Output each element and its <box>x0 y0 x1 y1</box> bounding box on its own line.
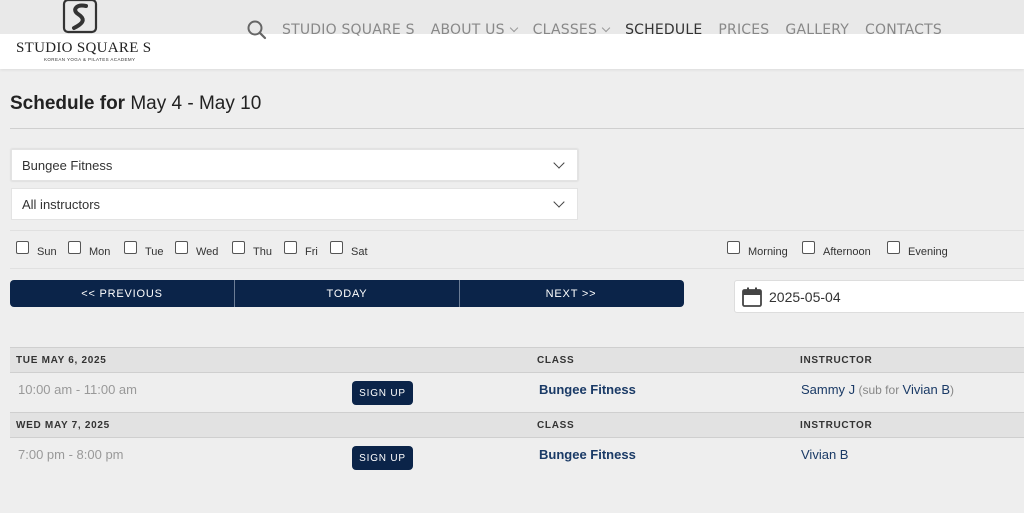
date-picker-input[interactable]: 2025-05-04 <box>734 280 1024 313</box>
logo-text: STUDIO SQUARE S <box>16 40 152 56</box>
checkbox[interactable] <box>232 240 245 254</box>
previous-week-button[interactable]: << PREVIOUS <box>10 280 235 307</box>
time-filter-afternoon[interactable]: Afternoon <box>802 240 871 258</box>
sub-instructor-link[interactable]: Vivian B <box>903 382 950 397</box>
date-range: May 4 - May 10 <box>130 93 262 114</box>
schedule-row: 10:00 am - 11:00 am SIGN UP Bungee Fitne… <box>10 373 1024 411</box>
checkbox[interactable] <box>124 240 137 254</box>
divider <box>10 128 1024 129</box>
nav-prices[interactable]: PRICES <box>718 22 769 38</box>
day-header: TUE MAY 6, 2025 CLASS INSTRUCTOR <box>10 347 1024 373</box>
site-logo[interactable]: STUDIO SQUARE S KOREAN YOGA & PILATES AC… <box>16 0 151 66</box>
date-value: 2025-05-04 <box>769 288 841 305</box>
class-link[interactable]: Bungee Fitness <box>539 447 636 462</box>
instructor-cell: Sammy J (sub for Vivian B) <box>801 382 954 397</box>
instructor-column-header: INSTRUCTOR <box>800 420 873 431</box>
schedule-row: 7:00 pm - 8:00 pm SIGN UP Bungee Fitness… <box>10 438 1024 476</box>
nav-gallery[interactable]: GALLERY <box>785 22 849 38</box>
checkbox[interactable] <box>330 240 343 254</box>
sign-up-button[interactable]: SIGN UP <box>352 446 413 470</box>
today-button[interactable]: TODAY <box>235 280 460 307</box>
day-filter-tue[interactable]: Tue <box>124 240 164 258</box>
divider <box>10 230 1024 231</box>
class-time: 7:00 pm - 8:00 pm <box>18 447 124 462</box>
instructor-link[interactable]: Sammy J <box>801 382 855 397</box>
nav-about-us[interactable]: ABOUT US <box>431 22 518 38</box>
checkbox[interactable] <box>727 240 740 254</box>
checkbox[interactable] <box>68 240 81 254</box>
day-filter-sat[interactable]: Sat <box>330 240 368 258</box>
class-column-header: CLASS <box>537 355 575 366</box>
checkbox[interactable] <box>284 240 297 254</box>
class-select-value: Bungee Fitness <box>22 157 113 173</box>
day-header: WED MAY 7, 2025 CLASS INSTRUCTOR <box>10 412 1024 438</box>
checkbox[interactable] <box>802 240 815 254</box>
class-column-header: CLASS <box>537 420 575 431</box>
class-time: 10:00 am - 11:00 am <box>18 382 137 397</box>
day-date: WED MAY 7, 2025 <box>16 420 110 431</box>
nav-studio[interactable]: STUDIO SQUARE S <box>282 22 415 38</box>
class-select[interactable]: Bungee Fitness <box>11 149 578 181</box>
instructor-select-value: All instructors <box>22 196 101 212</box>
time-filter-morning[interactable]: Morning <box>727 240 788 258</box>
class-link[interactable]: Bungee Fitness <box>539 382 636 397</box>
nav-classes[interactable]: CLASSES <box>533 22 611 38</box>
divider <box>10 268 1024 269</box>
search-icon[interactable] <box>246 20 268 40</box>
nav-contacts[interactable]: CONTACTS <box>865 22 942 38</box>
instructor-link[interactable]: Vivian B <box>801 447 848 462</box>
calendar-icon[interactable] <box>741 286 763 308</box>
sign-up-button[interactable]: SIGN UP <box>352 381 413 405</box>
nav-schedule[interactable]: SCHEDULE <box>625 22 702 38</box>
instructor-column-header: INSTRUCTOR <box>800 355 873 366</box>
chevron-down-icon <box>553 156 565 169</box>
logo-subtitle: KOREAN YOGA & PILATES ACADEMY <box>44 57 136 62</box>
time-filter-evening[interactable]: Evening <box>887 240 948 258</box>
checkbox[interactable] <box>175 240 188 254</box>
logo-mark-icon <box>62 0 98 34</box>
chevron-down-icon <box>509 23 518 33</box>
instructor-select[interactable]: All instructors <box>11 188 578 220</box>
chevron-down-icon <box>553 195 565 208</box>
day-filter-wed[interactable]: Wed <box>175 240 218 258</box>
day-filter-sun[interactable]: Sun <box>16 240 57 258</box>
checkbox[interactable] <box>887 240 900 254</box>
day-filter-thu[interactable]: Thu <box>232 240 272 258</box>
main-nav: STUDIO SQUARE S ABOUT US CLASSES SCHEDUL… <box>246 20 958 40</box>
day-filter-mon[interactable]: Mon <box>68 240 110 258</box>
chevron-down-icon <box>601 23 611 33</box>
day-date: TUE MAY 6, 2025 <box>16 355 107 366</box>
page-title: Schedule for May 4 - May 10 <box>10 93 262 114</box>
checkbox[interactable] <box>16 240 29 254</box>
day-filter-fri[interactable]: Fri <box>284 240 318 258</box>
next-week-button[interactable]: NEXT >> <box>460 280 682 307</box>
week-nav: << PREVIOUS TODAY NEXT >> <box>10 280 684 307</box>
